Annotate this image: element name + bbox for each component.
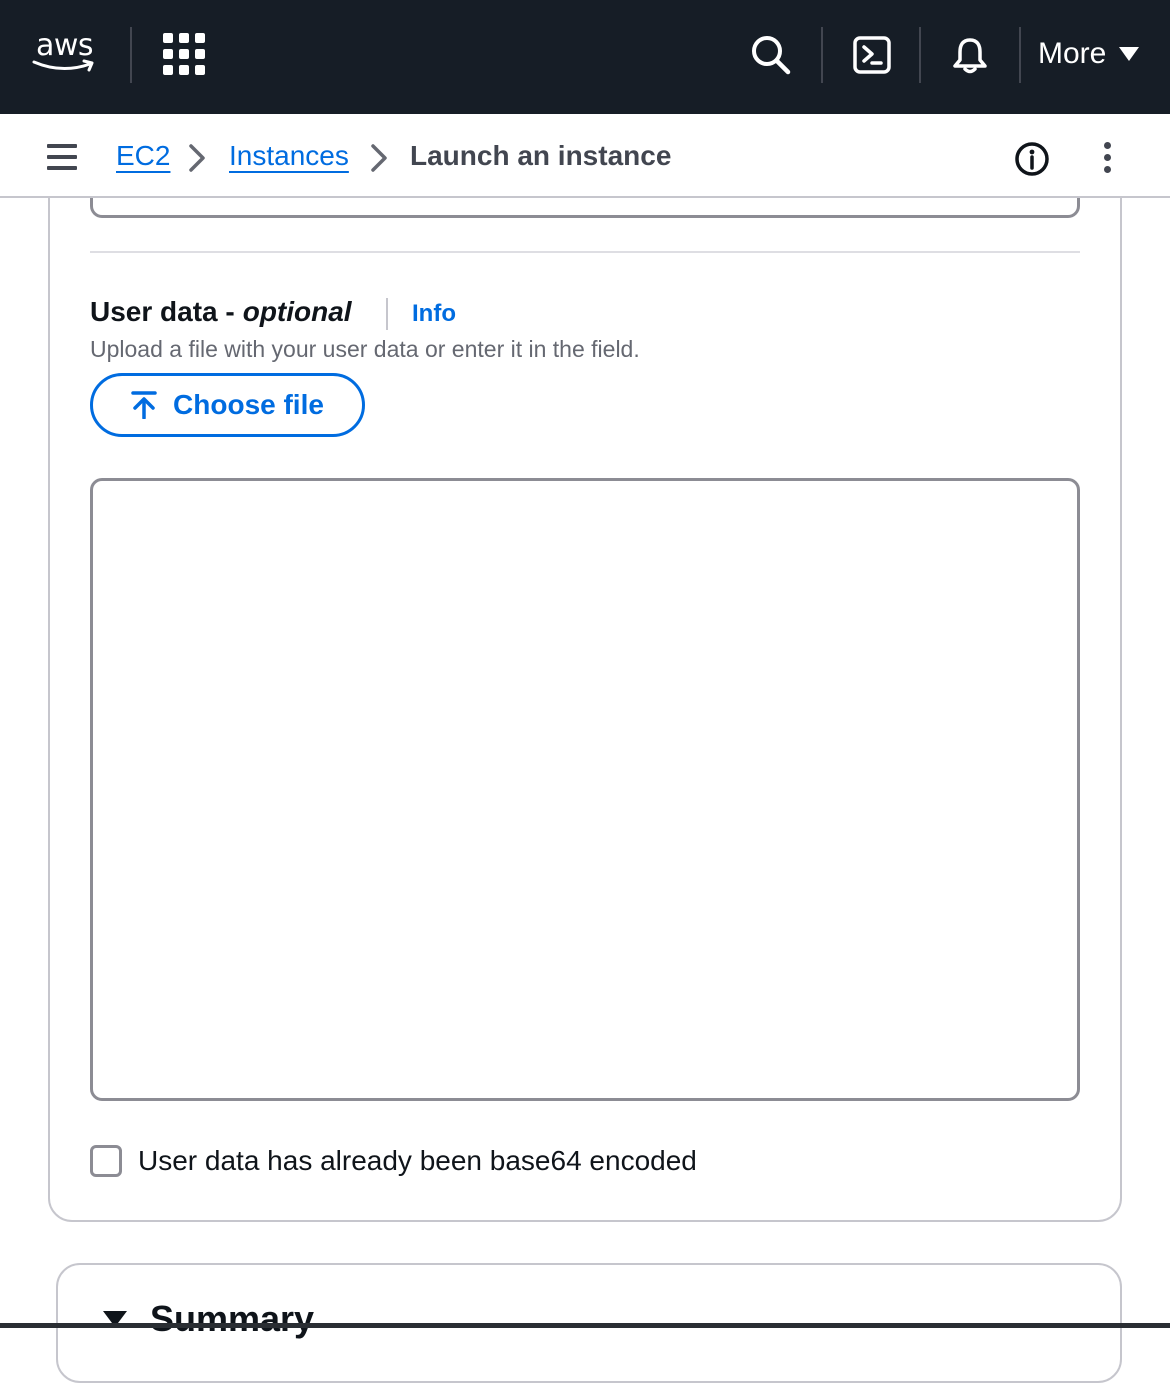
bell-icon[interactable] bbox=[952, 36, 988, 74]
optional-label: optional bbox=[242, 296, 352, 327]
topbar-divider bbox=[821, 27, 823, 83]
choose-file-button[interactable]: Choose file bbox=[90, 373, 365, 437]
user-data-label: User data - optional bbox=[90, 296, 352, 328]
choose-file-label: Choose file bbox=[173, 389, 324, 420]
info-icon[interactable] bbox=[1014, 141, 1050, 177]
top-navigation-bar: aws More bbox=[0, 0, 1170, 114]
apps-grid-icon[interactable] bbox=[163, 33, 205, 75]
aws-smile-icon bbox=[32, 59, 94, 72]
more-options-icon[interactable] bbox=[1102, 142, 1114, 174]
caret-down-icon bbox=[1119, 47, 1140, 61]
user-data-label-text: User data - bbox=[90, 296, 235, 327]
breadcrumb-bar: EC2 Instances Launch an instance bbox=[0, 114, 1170, 198]
topbar-divider bbox=[130, 27, 132, 83]
label-info-separator bbox=[386, 298, 388, 330]
summary-title[interactable]: Summary bbox=[150, 1298, 314, 1340]
window-bottom-edge bbox=[0, 1323, 1170, 1328]
aws-logo[interactable]: aws bbox=[32, 28, 100, 78]
chevron-right-icon bbox=[189, 144, 205, 172]
chevron-right-icon bbox=[371, 144, 387, 172]
user-data-info-link[interactable]: Info bbox=[412, 300, 456, 328]
topbar-divider bbox=[919, 27, 921, 83]
search-icon[interactable] bbox=[750, 34, 792, 76]
cloudshell-icon[interactable] bbox=[853, 36, 891, 74]
breadcrumb-instances[interactable]: Instances bbox=[229, 140, 349, 172]
user-data-description: Upload a file with your user data or ent… bbox=[90, 336, 640, 362]
more-menu-label: More bbox=[1038, 37, 1107, 70]
section-divider bbox=[90, 251, 1080, 253]
more-menu-button[interactable]: More bbox=[1038, 34, 1140, 74]
breadcrumb-ec2[interactable]: EC2 bbox=[116, 140, 170, 172]
menu-icon[interactable] bbox=[47, 144, 77, 170]
base64-encoded-checkbox[interactable] bbox=[90, 1145, 122, 1177]
breadcrumb-current-page: Launch an instance bbox=[410, 140, 672, 171]
upload-arrow-icon bbox=[131, 391, 157, 419]
user-data-textarea[interactable] bbox=[90, 478, 1080, 1101]
base64-encoded-label[interactable]: User data has already been base64 encode… bbox=[138, 1145, 697, 1177]
topbar-divider bbox=[1019, 27, 1021, 83]
